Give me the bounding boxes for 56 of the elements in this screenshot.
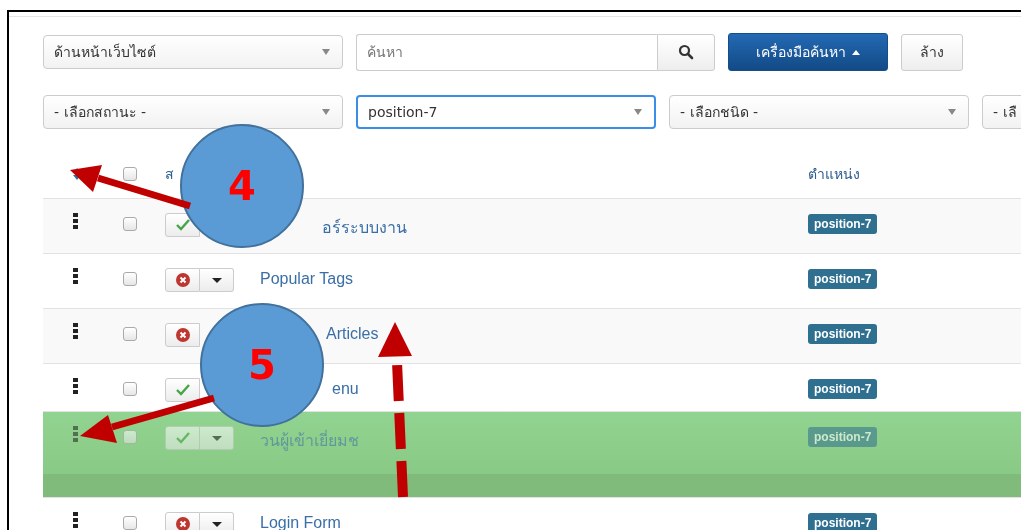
drag-handle-icon[interactable] xyxy=(73,268,78,284)
column-header[interactable]: ส xyxy=(165,166,174,182)
caret-icon xyxy=(211,277,222,283)
checkbox[interactable] xyxy=(123,217,137,231)
position-label: position-7 xyxy=(808,513,878,530)
dropdown-button[interactable] xyxy=(200,512,234,530)
checkbox[interactable] xyxy=(123,167,137,181)
position-label: position-7 xyxy=(808,427,878,447)
column-header[interactable]: ตำแหน่ง xyxy=(808,166,860,182)
client-select[interactable]: ด้านหน้าเว็บไซต์ xyxy=(43,35,343,69)
position-label: position-7 xyxy=(808,214,878,234)
caret-icon xyxy=(322,49,330,55)
caret-icon xyxy=(211,435,222,441)
caret-icon xyxy=(211,521,222,527)
checkbox[interactable] xyxy=(123,272,137,286)
check-icon xyxy=(175,219,190,231)
checkbox[interactable] xyxy=(123,516,137,530)
position-label: position-7 xyxy=(808,269,878,289)
drag-handle-icon[interactable] xyxy=(73,323,78,339)
check-icon xyxy=(175,432,190,444)
module-title-link[interactable]: Popular Tags xyxy=(260,270,354,288)
drag-handle-icon[interactable] xyxy=(73,378,78,394)
check-icon xyxy=(175,384,190,396)
status-toggle[interactable] xyxy=(165,378,200,402)
search-button[interactable] xyxy=(657,33,715,71)
filter-select[interactable]: position-7 xyxy=(356,95,656,129)
status-toggle[interactable] xyxy=(165,268,200,292)
caret-icon xyxy=(634,109,642,115)
filter-select[interactable]: - เลือกสถานะ - xyxy=(43,95,343,129)
search-field[interactable]: ค้นหา xyxy=(356,33,657,71)
clear-button[interactable]: ล้าง xyxy=(901,33,963,71)
caret-icon xyxy=(948,109,956,115)
caret-icon xyxy=(852,49,860,55)
drag-handle-icon[interactable] xyxy=(73,426,78,442)
filter-select[interactable]: - เลื xyxy=(982,95,1021,129)
status-toggle[interactable] xyxy=(165,426,200,450)
search-icon xyxy=(678,44,694,60)
dropdown-button[interactable] xyxy=(200,268,234,292)
filter-select[interactable]: - เลือกชนิด - xyxy=(669,95,969,129)
unpublished-icon xyxy=(175,273,190,287)
checkbox[interactable] xyxy=(123,327,137,341)
drag-handle-icon[interactable] xyxy=(73,512,78,528)
module-title-link[interactable]: อร์ระบบงาน xyxy=(322,215,407,240)
search-tools-button[interactable]: เครื่องมือค้นหา xyxy=(728,33,888,71)
status-toggle[interactable] xyxy=(165,323,200,347)
module-title-link[interactable]: Articles xyxy=(326,325,379,343)
position-label: position-7 xyxy=(808,379,878,399)
caret-icon xyxy=(322,109,330,115)
unpublished-icon xyxy=(175,328,190,342)
checkbox[interactable] xyxy=(123,430,137,444)
module-title-link[interactable]: enu xyxy=(332,380,359,398)
drag-handle-icon[interactable] xyxy=(73,213,78,229)
status-toggle[interactable] xyxy=(165,512,200,530)
position-label: position-7 xyxy=(808,324,878,344)
checkbox[interactable] xyxy=(123,382,137,396)
unpublished-icon xyxy=(175,517,190,530)
